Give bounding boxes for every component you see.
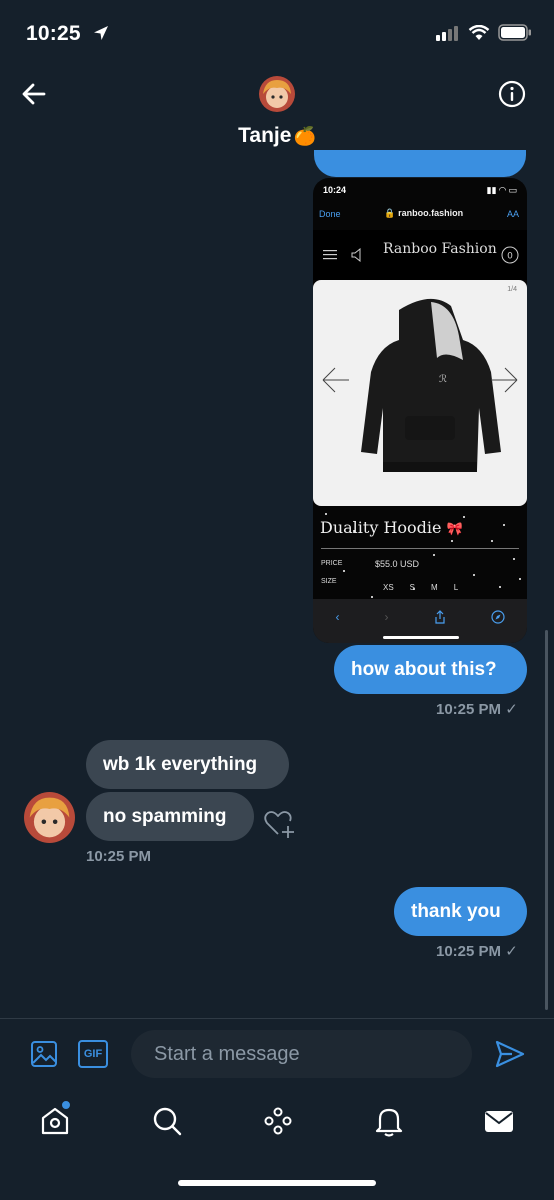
size-option: M xyxy=(431,583,438,592)
title-text: Tanje xyxy=(238,124,292,147)
speaker-icon xyxy=(351,248,361,262)
status-indicators xyxy=(436,24,532,41)
screenshot-status-icons: ▮▮ ◠ ▭ xyxy=(486,185,517,195)
battery-icon xyxy=(498,24,531,41)
search-tab-icon[interactable] xyxy=(150,1104,184,1138)
hoodie-image: ℛ xyxy=(322,298,518,472)
message-input[interactable] xyxy=(131,1030,472,1078)
screenshot-product-image: 1/4 ℛ xyxy=(313,280,527,506)
bow-emoji: 🎀 xyxy=(446,522,463,537)
wifi-icon xyxy=(468,24,490,40)
browser-back-icon: ‹ xyxy=(335,610,340,624)
compass-icon xyxy=(490,610,505,624)
composer-divider xyxy=(0,1018,554,1019)
conversation-avatar[interactable] xyxy=(259,76,295,112)
size-options: XS S M L xyxy=(383,583,458,592)
send-icon[interactable] xyxy=(494,1038,526,1070)
home-indicator xyxy=(178,1180,376,1186)
message-text: wb 1k everything xyxy=(103,753,258,775)
price-value: $55.0 USD xyxy=(375,559,420,569)
screenshot-status-bar: 10:24 ▮▮ ◠ ▭ xyxy=(323,185,517,196)
gif-button[interactable]: GIF xyxy=(78,1040,108,1068)
share-icon xyxy=(434,610,445,624)
product-name-text: Duality Hoodie xyxy=(320,518,442,537)
notifications-tab-icon[interactable] xyxy=(372,1104,406,1138)
size-option: S xyxy=(409,583,416,592)
add-reaction-heart-icon[interactable] xyxy=(264,810,296,840)
sent-check-icon: ✓ xyxy=(505,943,518,960)
lock-icon: 🔒 xyxy=(384,208,396,218)
message-timestamp: 10:25 PM ✓ xyxy=(436,942,518,960)
timestamp-text: 10:25 PM xyxy=(436,943,502,960)
browser-forward-icon: › xyxy=(384,610,389,624)
message-bubble-outgoing[interactable]: thank you xyxy=(394,887,527,936)
image-attach-icon[interactable] xyxy=(30,1040,58,1068)
screenshot-brand: Ranboo Fashion xyxy=(383,241,497,257)
message-text: how about this? xyxy=(351,658,497,680)
size-option: L xyxy=(453,583,459,592)
size-label: SIZE xyxy=(321,578,337,585)
status-time: 10:25 xyxy=(26,22,81,45)
image-counter: 1/4 xyxy=(507,286,517,293)
svg-text:0: 0 xyxy=(507,252,513,262)
scrollbar[interactable] xyxy=(545,630,548,1010)
message-bubble-incoming[interactable]: wb 1k everything xyxy=(86,740,289,789)
message-timestamp: 10:25 PM xyxy=(86,848,152,865)
conversation-title[interactable]: Tanje 🍊 xyxy=(0,124,554,148)
shared-image-attachment[interactable]: 10:24 ▮▮ ◠ ▭ Done 🔒 ranboo.fashion AA 0 … xyxy=(313,178,527,643)
screenshot-done: Done xyxy=(319,208,341,219)
cart-circle-icon: 0 xyxy=(501,246,519,264)
back-arrow-icon[interactable] xyxy=(20,80,48,108)
message-bubble-incoming[interactable]: no spamming xyxy=(86,792,254,841)
message-text: no spamming xyxy=(103,805,227,827)
cellular-signal-icon xyxy=(436,25,458,41)
orange-emoji: 🍊 xyxy=(293,125,316,146)
screenshot-domain-wrap: 🔒 ranboo.fashion xyxy=(384,208,463,219)
price-label: PRICE xyxy=(321,560,343,567)
home-notification-dot xyxy=(61,1100,71,1110)
location-arrow-icon xyxy=(94,26,108,40)
product-divider xyxy=(321,548,519,549)
screenshot-domain: ranboo.fashion xyxy=(398,208,464,218)
screenshot-time: 10:24 xyxy=(323,185,347,195)
info-icon[interactable] xyxy=(498,80,526,108)
product-name: Duality Hoodie 🎀 xyxy=(320,518,463,537)
sender-avatar[interactable] xyxy=(24,792,75,843)
size-option: XS xyxy=(383,583,394,592)
message-bubble-outgoing[interactable]: how about this? xyxy=(334,645,527,694)
screenshot-home-indicator xyxy=(383,636,459,639)
hamburger-menu-icon xyxy=(323,250,337,260)
timestamp-text: 10:25 PM xyxy=(436,701,502,718)
message-text: thank you xyxy=(411,900,501,922)
screenshot-url-bar: Done 🔒 ranboo.fashion AA xyxy=(319,208,519,219)
spaces-tab-icon[interactable] xyxy=(261,1104,295,1138)
screenshot-text-size: AA xyxy=(506,208,519,219)
svg-text:ℛ: ℛ xyxy=(439,374,447,385)
message-timestamp: 10:25 PM ✓ xyxy=(436,700,518,718)
messages-tab-icon[interactable] xyxy=(482,1104,516,1138)
sent-check-icon: ✓ xyxy=(505,701,518,718)
